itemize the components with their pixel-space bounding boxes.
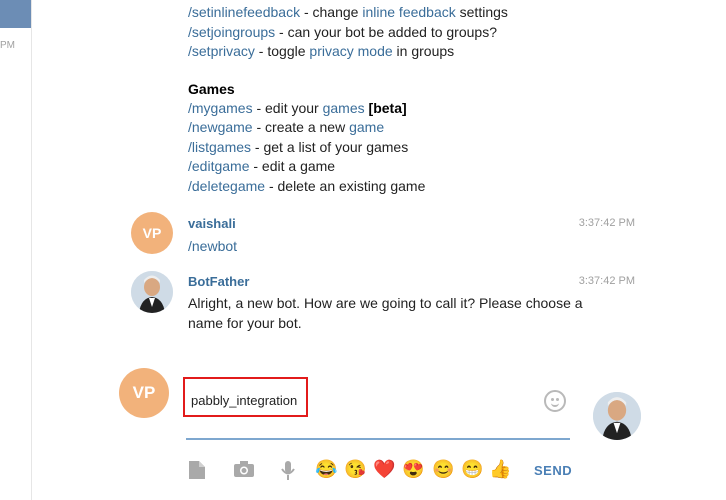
- inline-link[interactable]: game: [349, 119, 384, 135]
- command-text: - edit your: [252, 100, 323, 116]
- command-line: /setinlinefeedback - change inline feedb…: [188, 3, 508, 22]
- command-link[interactable]: /editgame: [188, 158, 249, 174]
- message-time: 3:37:42 PM: [578, 217, 635, 229]
- botfather-avatar[interactable]: [131, 271, 173, 313]
- inline-link[interactable]: games: [323, 100, 365, 116]
- avatar[interactable]: VP: [131, 212, 173, 254]
- command-text: settings: [455, 4, 508, 20]
- command-line: /newgame - create a new game: [188, 118, 384, 137]
- command-text: - change: [300, 4, 363, 20]
- command-link[interactable]: /mygames: [188, 100, 253, 116]
- inline-link[interactable]: privacy mode: [309, 43, 392, 59]
- left-panel: PM: [0, 0, 32, 500]
- peer-bot-avatar[interactable]: [593, 392, 641, 440]
- command-text: in groups: [392, 43, 455, 59]
- file-icon[interactable]: [188, 460, 206, 486]
- command-link[interactable]: /listgames: [188, 139, 251, 155]
- chat-list-time: PM: [0, 40, 15, 51]
- botfather-picture-icon: [593, 392, 641, 440]
- command-line: /listgames - get a list of your games: [188, 138, 408, 157]
- emoji-button[interactable]: 😁: [461, 459, 483, 480]
- command-link[interactable]: /newgame: [188, 119, 253, 135]
- chat-area: /setinlinefeedback - change inline feedb…: [31, 0, 726, 500]
- command-text: - can your bot be added to groups?: [275, 24, 497, 40]
- command-line: /mygames - edit your games [beta]: [188, 99, 407, 118]
- emoji-button[interactable]: 👍: [489, 459, 511, 480]
- command-line: /setprivacy - toggle privacy mode in gro…: [188, 42, 454, 61]
- command-link[interactable]: /newbot: [188, 238, 237, 254]
- emoji-button[interactable]: 😘: [344, 459, 366, 480]
- command-line: /deletegame - delete an existing game: [188, 177, 425, 196]
- emoji-button[interactable]: 😂: [315, 459, 337, 480]
- command-link[interactable]: /setinlinefeedback: [188, 4, 300, 20]
- emoji-button[interactable]: 😊: [432, 459, 454, 480]
- beta-tag: [beta]: [368, 100, 407, 116]
- games-heading: Games: [188, 81, 235, 97]
- command-text: - get a list of your games: [251, 139, 409, 155]
- command-link[interactable]: /deletegame: [188, 178, 265, 194]
- selected-chat-item[interactable]: [0, 0, 31, 28]
- sender-name[interactable]: BotFather: [188, 274, 249, 289]
- command-line: /editgame - edit a game: [188, 157, 335, 176]
- inline-link[interactable]: inline feedback: [362, 4, 455, 20]
- command-text: - delete an existing game: [265, 178, 426, 194]
- camera-icon[interactable]: [233, 460, 255, 484]
- command-text: - edit a game: [249, 158, 336, 174]
- emoji-button[interactable]: 😍: [402, 459, 424, 480]
- emoji-button[interactable]: ❤️: [373, 459, 395, 480]
- command-link[interactable]: /setjoingroups: [188, 24, 275, 40]
- botfather-picture-icon: [131, 271, 173, 313]
- command-link[interactable]: /setprivacy: [188, 43, 255, 59]
- command-text: - create a new: [252, 119, 350, 135]
- command-text: - toggle: [254, 43, 310, 59]
- message-time: 3:37:42 PM: [578, 275, 635, 287]
- message-text: /newbot: [188, 236, 588, 256]
- my-avatar[interactable]: VP: [119, 368, 169, 418]
- sender-name[interactable]: vaishali: [188, 216, 236, 231]
- message-text: Alright, a new bot. How are we going to …: [188, 295, 583, 331]
- message-input[interactable]: pabbly_integration: [183, 377, 308, 417]
- command-line: /setjoingroups - can your bot be added t…: [188, 23, 497, 42]
- input-underline: [186, 438, 570, 440]
- microphone-icon[interactable]: [281, 460, 295, 488]
- send-button[interactable]: SEND: [534, 463, 572, 478]
- emoji-picker-icon[interactable]: [544, 390, 566, 412]
